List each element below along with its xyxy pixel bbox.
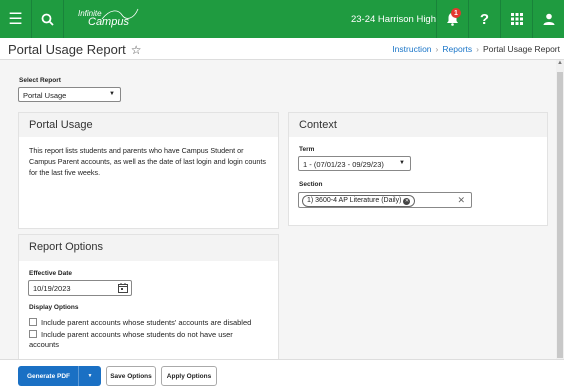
top-bar: ☰ Infinite Campus 23-24 Harrison High 1 … — [0, 0, 564, 38]
term-label: Term — [299, 146, 315, 153]
chevron-right-icon: › — [435, 44, 439, 54]
page-title: Portal Usage Report ☆ — [8, 42, 142, 57]
apply-options-button[interactable]: Apply Options — [161, 366, 217, 386]
context-heading: Context — [289, 113, 547, 137]
help-icon[interactable]: ? — [468, 0, 500, 38]
notification-badge: 1 — [451, 8, 461, 18]
title-bar: Portal Usage Report ☆ Instruction › Reports… — [0, 38, 564, 60]
breadcrumb: Instruction › Reports › Portal Usage Report — [392, 44, 560, 54]
content-area: Select Report Portal Usage ▼ Portal Usag… — [0, 60, 556, 359]
vertical-scrollbar[interactable]: ▲ — [556, 60, 564, 359]
checkbox[interactable] — [29, 330, 37, 338]
section-multiselect[interactable]: 1) 3600-4 AP Literature (Daily) ✕ ✕ — [298, 192, 472, 208]
select-report-label: Select Report — [19, 77, 61, 84]
caret-down-icon: ▼ — [399, 160, 405, 166]
calendar-icon[interactable] — [118, 283, 128, 293]
breadcrumb-current: Portal Usage Report — [482, 44, 560, 54]
section-label: Section — [299, 181, 323, 188]
checkbox[interactable] — [29, 318, 37, 326]
infinite-campus-logo[interactable]: Infinite Campus — [78, 7, 148, 31]
option-disabled-students-label: Include parent accounts whose students' … — [41, 318, 252, 327]
context-card: Context Term 1 - (07/01/23 - 09/29/23) ▼… — [288, 112, 548, 226]
effective-date-label: Effective Date — [29, 270, 72, 277]
option-no-user-accounts-label-cont: accounts — [29, 340, 60, 349]
option-no-user-accounts-label: Include parent accounts whose students d… — [41, 330, 233, 339]
save-options-button[interactable]: Save Options — [106, 366, 156, 386]
action-footer: Generate PDF ▼ Save Options Apply Option… — [0, 359, 564, 389]
caret-down-icon: ▼ — [109, 91, 115, 97]
portal-usage-card: Portal Usage This report lists students … — [18, 112, 279, 229]
remove-chip-icon[interactable]: ✕ — [403, 198, 411, 205]
notifications-button[interactable]: 1 — [436, 0, 468, 38]
report-options-card: Report Options Effective Date 10/19/2023… — [18, 234, 279, 359]
school-year-label[interactable]: 23-24 Harrison High — [351, 0, 436, 38]
page-title-text: Portal Usage Report — [8, 42, 126, 57]
report-options-heading: Report Options — [19, 235, 278, 261]
caret-down-icon[interactable]: ▼ — [79, 373, 101, 379]
scrollbar-thumb[interactable] — [557, 72, 563, 358]
select-report-dropdown[interactable]: Portal Usage ▼ — [18, 87, 121, 102]
search-icon[interactable] — [32, 0, 64, 38]
apps-grid-icon[interactable] — [500, 0, 532, 38]
logo-swoosh-icon — [101, 8, 139, 20]
user-icon[interactable] — [532, 0, 564, 38]
display-options-label: Display Options — [29, 304, 79, 311]
section-chip-label: 1) 3600-4 AP Literature (Daily) — [307, 197, 402, 204]
generate-pdf-label: Generate PDF — [27, 372, 70, 380]
scroll-up-icon[interactable]: ▲ — [557, 60, 563, 66]
portal-usage-description: This report lists students and parents w… — [29, 146, 266, 177]
term-dropdown[interactable]: 1 - (07/01/23 - 09/29/23) ▼ — [298, 156, 411, 171]
option-no-user-accounts[interactable]: Include parent accounts whose students d… — [29, 330, 233, 350]
select-report-value: Portal Usage — [23, 91, 67, 100]
generate-pdf-button[interactable]: Generate PDF ▼ — [18, 366, 101, 386]
favorite-star-icon[interactable]: ☆ — [131, 43, 142, 57]
breadcrumb-reports[interactable]: Reports — [442, 44, 472, 54]
chevron-right-icon: › — [476, 44, 479, 54]
effective-date-value: 10/19/2023 — [33, 284, 71, 293]
portal-usage-heading: Portal Usage — [19, 113, 278, 137]
clear-selection-icon[interactable]: ✕ — [457, 195, 465, 206]
section-chip: 1) 3600-4 AP Literature (Daily) ✕ — [302, 195, 416, 207]
term-value: 1 - (07/01/23 - 09/29/23) — [303, 160, 384, 169]
effective-date-input[interactable]: 10/19/2023 — [28, 280, 132, 296]
breadcrumb-instruction[interactable]: Instruction — [392, 44, 431, 54]
option-disabled-students[interactable]: Include parent accounts whose students' … — [29, 318, 251, 328]
menu-icon[interactable]: ☰ — [0, 0, 32, 38]
